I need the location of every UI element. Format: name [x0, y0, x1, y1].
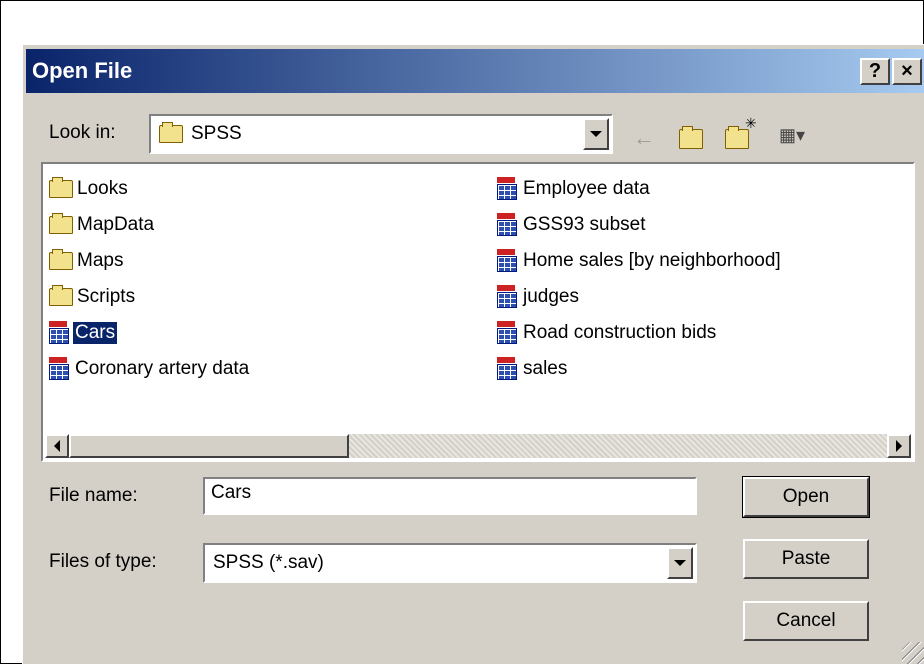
file-list-item[interactable]: sales: [497, 354, 569, 384]
files-of-type-value: SPSS (*.sav): [213, 552, 324, 573]
files-of-type-dropdown-arrow[interactable]: [667, 547, 693, 579]
horizontal-scrollbar[interactable]: [45, 434, 911, 458]
file-name-label: Looks: [77, 178, 128, 199]
look-in-dropdown-arrow[interactable]: [583, 118, 609, 150]
folder-icon: [49, 249, 73, 270]
open-button[interactable]: Open: [742, 476, 870, 518]
file-name-label: Cars: [73, 322, 118, 344]
chevron-down-icon: [674, 560, 686, 566]
resize-grip[interactable]: [902, 642, 924, 664]
file-list-item[interactable]: judges: [497, 282, 581, 312]
file-name-label: Employee data: [523, 178, 650, 199]
chevron-right-icon: [896, 440, 902, 452]
file-list-item[interactable]: Cars: [49, 318, 118, 348]
file-list-item[interactable]: Maps: [49, 246, 125, 276]
dialog-title: Open File: [32, 58, 133, 83]
file-name-label: Scripts: [77, 286, 136, 307]
close-button[interactable]: ×: [892, 57, 922, 85]
file-list-item[interactable]: MapData: [49, 210, 156, 240]
up-folder-icon[interactable]: [679, 125, 703, 151]
spss-data-file-icon: [497, 213, 519, 237]
file-list-item[interactable]: Scripts: [49, 282, 137, 312]
file-name-label: GSS93 subset: [523, 214, 646, 235]
help-button[interactable]: ?: [860, 57, 890, 85]
file-name-label: Maps: [77, 250, 124, 271]
file-name-label: Coronary artery data: [75, 358, 250, 379]
spss-data-file-icon: [49, 357, 71, 381]
spss-data-file-icon: [497, 285, 519, 309]
file-name-input[interactable]: Cars: [203, 477, 697, 515]
new-folder-icon[interactable]: ✳: [725, 115, 757, 151]
scroll-left-button[interactable]: [45, 434, 69, 458]
scroll-thumb[interactable]: [69, 434, 349, 458]
file-list-item[interactable]: Employee data: [497, 174, 652, 204]
help-icon: ?: [868, 59, 882, 82]
close-icon: ×: [901, 59, 913, 82]
file-list-item[interactable]: GSS93 subset: [497, 210, 648, 240]
file-name-label: Road construction bids: [523, 322, 717, 343]
back-arrow-icon[interactable]: ←: [633, 125, 655, 151]
open-file-dialog: Open File ? × Look in: SPSS ← ✳ ▦▾ Looks…: [22, 44, 924, 664]
file-list-item[interactable]: Looks: [49, 174, 130, 204]
chevron-left-icon: [54, 440, 60, 452]
folder-icon: [49, 285, 73, 306]
file-name-label: File name:: [49, 485, 138, 506]
spss-data-file-icon: [49, 321, 71, 345]
look-in-value: SPSS: [191, 123, 242, 144]
view-menu-icon[interactable]: ▦▾: [779, 125, 805, 146]
file-list[interactable]: Looks MapData Maps Scripts Cars Coronary arte…: [41, 162, 915, 462]
file-name-label: judges: [523, 286, 579, 307]
spss-data-file-icon: [497, 357, 519, 381]
folder-icon: [49, 213, 73, 234]
look-in-label: Look in:: [49, 122, 116, 143]
file-name-label: Home sales [by neighborhood]: [523, 250, 781, 271]
folder-icon: [49, 177, 73, 198]
files-of-type-label: Files of type:: [49, 551, 157, 572]
spss-data-file-icon: [497, 177, 519, 201]
paste-button[interactable]: Paste: [743, 539, 869, 579]
file-name-label: MapData: [77, 214, 155, 235]
spss-data-file-icon: [497, 321, 519, 345]
file-list-item[interactable]: Coronary artery data: [49, 354, 251, 384]
scroll-right-button[interactable]: [887, 434, 911, 458]
spss-data-file-icon: [497, 249, 519, 273]
title-bar[interactable]: Open File ? ×: [26, 49, 924, 93]
folder-icon: [159, 122, 183, 143]
cancel-button[interactable]: Cancel: [743, 601, 869, 641]
file-list-item[interactable]: Road construction bids: [497, 318, 718, 348]
look-in-combo[interactable]: SPSS: [149, 114, 613, 154]
chevron-down-icon: [590, 131, 602, 137]
file-list-item[interactable]: Home sales [by neighborhood]: [497, 246, 783, 276]
files-of-type-combo[interactable]: SPSS (*.sav): [203, 543, 697, 583]
file-name-label: sales: [523, 358, 568, 379]
